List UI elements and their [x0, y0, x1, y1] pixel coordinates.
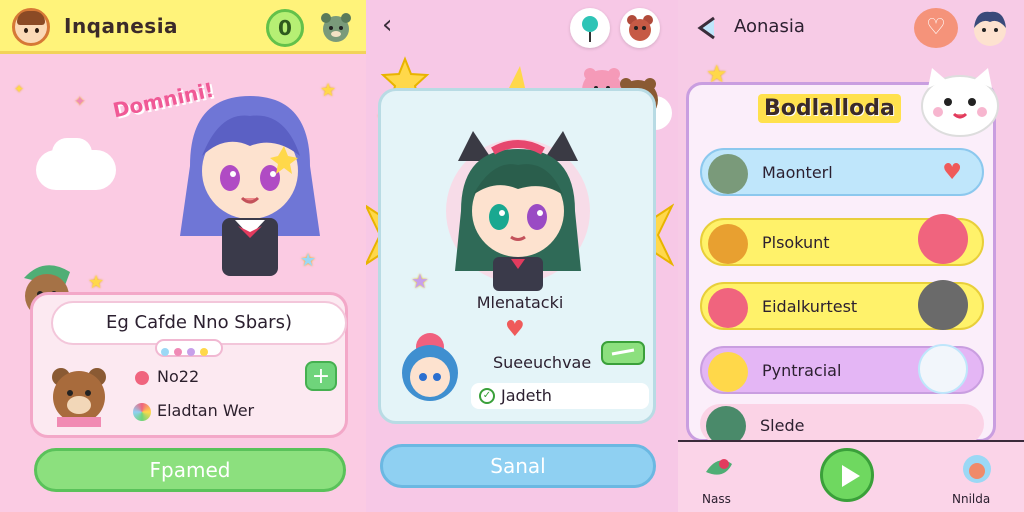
character-card: ★ Mlenatacki ♥ Sueeuchvae ✓ Jadeth: [378, 88, 656, 424]
player-avatar[interactable]: [12, 8, 50, 46]
nav-label: Nnilda: [952, 492, 991, 506]
list-item[interactable]: Pyntracial: [700, 344, 984, 394]
app-title: Inqanesia: [64, 14, 179, 38]
chick-icon: [708, 352, 748, 392]
counter-badge[interactable]: 0: [266, 9, 304, 47]
app-title: Aonasia: [734, 16, 805, 37]
list-item[interactable]: Plsokunt: [700, 214, 984, 266]
star-icon: ✦: [74, 94, 86, 110]
character-portrait: [180, 96, 320, 276]
heart-icon: ♥: [942, 160, 962, 185]
center-screen: ‹ ★ Mlenatacki ♥ Sueeuchvae ✓ Jadeth San…: [366, 0, 678, 512]
item-label: Plsokunt: [762, 233, 830, 252]
item-label: Maonterl: [762, 163, 833, 182]
heart-creature-icon: [708, 288, 748, 328]
top-bar: Inqanesia 0: [0, 0, 366, 54]
balloon-button[interactable]: [570, 8, 610, 48]
bird-icon[interactable]: [702, 452, 736, 486]
balloon-icon: [582, 16, 598, 42]
list-item[interactable]: Maonterl ♥: [700, 148, 984, 196]
gem-icon: [135, 371, 149, 385]
profile-card: Eg Cafde Nno Sbars) No22 Eladtan Wer +: [30, 292, 348, 438]
character-name: Mlenatacki: [476, 293, 564, 312]
heart-icon: ♡: [926, 15, 946, 40]
primary-button[interactable]: Fpamed: [34, 448, 346, 492]
menu-heading: Bodlalloda: [758, 94, 901, 123]
pet-icon: [918, 214, 968, 264]
companion-label: Sueeuchvae: [493, 353, 592, 372]
add-button[interactable]: +: [305, 361, 337, 391]
pet-button[interactable]: [620, 8, 660, 48]
color-dots: [155, 339, 223, 357]
list-item[interactable]: Eidalkurtest: [700, 280, 984, 330]
stat-label: Eladtan Wer: [157, 401, 255, 420]
heart-button[interactable]: ♡: [914, 8, 958, 48]
status-text: Jadeth: [501, 386, 552, 405]
bottom-nav: Nass Nnilda: [678, 440, 1024, 512]
back-icon[interactable]: ‹: [382, 10, 392, 40]
cloud-decoration: [52, 138, 92, 168]
check-icon: ✓: [479, 388, 495, 404]
star-icon: ✦: [14, 82, 25, 96]
list-item[interactable]: Slede: [700, 404, 984, 446]
back-icon[interactable]: [694, 14, 722, 42]
star-icon: ★: [88, 272, 105, 293]
pet-icon: [918, 344, 968, 394]
item-label: Slede: [760, 416, 805, 435]
pet-icon: [918, 280, 968, 330]
bear-icon: [627, 15, 653, 41]
character-portrait: [446, 131, 590, 291]
star-icon: ★: [411, 269, 429, 293]
nav-label: Nass: [702, 492, 731, 506]
ticket-icon: [601, 341, 645, 365]
pet-avatar-icon[interactable]: [318, 9, 354, 45]
color-wheel-icon: [133, 403, 151, 421]
item-label: Pyntracial: [762, 361, 842, 380]
cat-mascot-icon: [921, 68, 999, 137]
stat-count: No22: [157, 367, 200, 386]
primary-button[interactable]: Sanal: [380, 444, 656, 488]
pumpkin-icon: [708, 224, 748, 264]
bear-avatar-icon: [52, 368, 106, 427]
play-button[interactable]: [820, 448, 874, 502]
right-screen: Aonasia ♡ ★ ✦ Bodlalloda Maonterl ♥ Plso…: [678, 0, 1024, 512]
character-icon[interactable]: [960, 452, 994, 486]
profile-avatar[interactable]: [970, 8, 1010, 48]
left-screen: Inqanesia 0 Domnini! ✦ ★ ✦ ★ ★ Eg Cafde …: [0, 0, 366, 512]
companion-status: ✓ Jadeth: [471, 383, 649, 409]
companion-avatar: [402, 333, 458, 401]
item-label: Eidalkurtest: [762, 297, 858, 316]
frog-icon: [708, 154, 748, 194]
